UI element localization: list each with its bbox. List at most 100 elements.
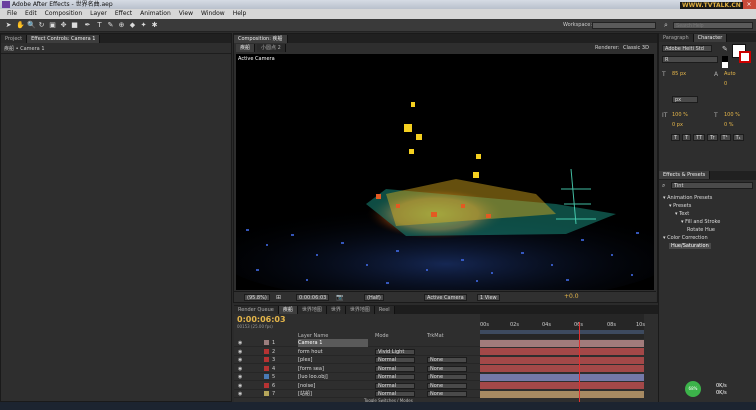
puppet-tool-icon[interactable]: ✱	[151, 22, 158, 29]
layer-mode-select[interactable]: Normal	[375, 374, 415, 380]
tab-timeline-map-2[interactable]: 世界地图	[345, 306, 375, 314]
tracking-value[interactable]: 0	[724, 81, 727, 87]
tab-timeline-reel[interactable]: Reel	[374, 306, 395, 314]
type-tool-icon[interactable]: T	[96, 22, 103, 29]
effects-tree-item[interactable]: ▾ Fill and Stroke	[681, 219, 720, 225]
layer-trkmat-select[interactable]: None	[427, 357, 467, 363]
effects-tree-item[interactable]: Hue/Saturation	[669, 243, 711, 249]
label-color-swatch[interactable]	[264, 348, 269, 354]
layer-trkmat-select[interactable]: None	[427, 382, 467, 389]
table-row[interactable]: ◉ 1 Camera 1	[234, 339, 481, 347]
menu-animation[interactable]: Animation	[136, 9, 175, 19]
composition-viewer[interactable]: Active Camera	[236, 54, 654, 290]
menu-window[interactable]: Window	[197, 9, 229, 19]
visibility-eye-icon[interactable]: ◉	[238, 383, 242, 389]
hand-tool-icon[interactable]: ✋	[16, 22, 25, 29]
leading-value[interactable]: Auto	[724, 71, 736, 77]
superscript-button[interactable]: T¹	[719, 134, 731, 141]
layer-duration-bar[interactable]	[480, 365, 644, 372]
small-caps-button[interactable]: Tr	[707, 134, 718, 141]
table-row[interactable]: ◉ 5 [luo loo.obj] Normal None	[234, 373, 481, 381]
menu-file[interactable]: File	[3, 9, 21, 19]
tab-composition[interactable]: Composition: 疾船	[234, 35, 288, 43]
menu-layer[interactable]: Layer	[86, 9, 111, 19]
table-row[interactable]: ◉ 6 [noise] Normal None	[234, 382, 481, 390]
layer-mode-select[interactable]: Normal	[375, 357, 415, 363]
layer-name[interactable]: [form sea]	[298, 365, 368, 373]
label-color-swatch[interactable]	[264, 382, 269, 388]
net-meter-gauge[interactable]: 68%	[685, 381, 701, 397]
font-family-select[interactable]: Adobe Heiti Std	[662, 45, 712, 52]
tab-effect-controls[interactable]: Effect Controls: Camera 1	[27, 35, 101, 43]
resolution-select[interactable]: (Half)	[364, 294, 384, 301]
subscript-button[interactable]: T₁	[732, 134, 744, 141]
timeline-timecode[interactable]: 0:00:06:03	[237, 315, 286, 324]
layer-mode-select[interactable]: Normal	[375, 382, 415, 389]
search-help-input[interactable]	[673, 22, 753, 29]
zoom-select[interactable]: (95.8%)	[244, 294, 270, 301]
layer-name[interactable]: [站船]	[298, 390, 368, 398]
clone-tool-icon[interactable]: ⊕	[118, 22, 125, 29]
camera-tool-icon[interactable]: ▣	[49, 22, 56, 29]
label-color-swatch[interactable]	[264, 357, 269, 362]
table-row[interactable]: ◉ 3 [plex] Normal None	[234, 356, 481, 364]
table-row[interactable]: ◉ 4 [form sea] Normal None	[234, 365, 481, 373]
work-area-bar[interactable]	[480, 330, 644, 334]
view-layout-select[interactable]: 1 View	[477, 294, 500, 301]
layer-trkmat-select[interactable]: None	[427, 391, 467, 397]
layer-mode-select[interactable]: Normal	[375, 365, 415, 372]
white-swatch[interactable]	[722, 62, 728, 68]
visibility-eye-icon[interactable]: ◉	[238, 357, 242, 363]
renderer-value[interactable]: Classic 3D	[623, 45, 649, 51]
time-ruler[interactable]	[480, 314, 644, 339]
close-button[interactable]: ×	[742, 0, 756, 9]
roto-brush-icon[interactable]: ✦	[140, 22, 147, 29]
font-size-value[interactable]: 85 px	[672, 71, 686, 77]
subtab-main-comp[interactable]: 疾船	[236, 44, 256, 52]
layer-duration-bar[interactable]	[480, 390, 644, 398]
current-time-display[interactable]: 0:00:06:03	[296, 294, 330, 301]
visibility-eye-icon[interactable]: ◉	[238, 340, 242, 346]
baseline-shift-value[interactable]: 0 px	[672, 122, 683, 128]
exposure-value[interactable]: +0.0	[564, 293, 579, 301]
layer-duration-bar[interactable]	[480, 382, 644, 389]
layer-duration-bar[interactable]	[480, 348, 644, 355]
rectangle-tool-icon[interactable]: ■	[71, 22, 78, 29]
workspace-select[interactable]	[592, 22, 656, 29]
label-color-swatch[interactable]	[264, 391, 269, 396]
tab-character[interactable]: Character	[693, 34, 728, 42]
effects-tree-item[interactable]: ▾ Text	[675, 211, 689, 217]
tab-project[interactable]: Project	[1, 35, 28, 43]
table-row[interactable]: ◉ 7 [站船] Normal None	[234, 390, 481, 398]
horizontal-scale-value[interactable]: 100 %	[724, 112, 740, 118]
faux-italic-button[interactable]: T	[682, 134, 692, 141]
tab-effects-presets[interactable]: Effects & Presets	[659, 171, 711, 179]
stroke-color-swatch[interactable]	[739, 51, 751, 63]
pan-behind-icon[interactable]: ✥	[60, 22, 67, 29]
tsume-value[interactable]: 0 %	[724, 122, 734, 128]
zoom-tool-icon[interactable]: 🔍	[27, 22, 36, 29]
layer-duration-bar[interactable]	[480, 373, 644, 381]
rotate-tool-icon[interactable]: ↻	[38, 22, 45, 29]
label-color-swatch[interactable]	[264, 340, 269, 345]
effects-tree-item[interactable]: ▾ Presets	[669, 203, 691, 209]
all-caps-button[interactable]: TT	[693, 134, 706, 141]
menu-edit[interactable]: Edit	[21, 9, 41, 19]
grid-icon[interactable]: ⊞	[276, 294, 281, 301]
subtab-dots-comp[interactable]: 小圆点 2	[257, 44, 286, 52]
layer-name[interactable]: [noise]	[298, 382, 368, 390]
faux-bold-button[interactable]: T	[671, 134, 681, 141]
effects-tree-item[interactable]: ▾ Color Correction	[663, 235, 708, 241]
menu-help[interactable]: Help	[229, 9, 251, 19]
label-color-swatch[interactable]	[264, 365, 269, 371]
menu-composition[interactable]: Composition	[41, 9, 86, 19]
layer-trkmat-select[interactable]: None	[427, 365, 467, 372]
layer-mode-select[interactable]: Normal	[375, 391, 415, 397]
effects-search-input[interactable]: Tint	[671, 182, 753, 189]
visibility-eye-icon[interactable]: ◉	[238, 349, 242, 355]
camera-view-select[interactable]: Active Camera	[424, 294, 467, 301]
snapshot-icon[interactable]: 📷	[336, 294, 343, 301]
layer-name[interactable]: [luo loo.obj]	[298, 373, 368, 381]
eyedropper-icon[interactable]: ✎	[722, 46, 729, 53]
menu-effect[interactable]: Effect	[111, 9, 136, 19]
